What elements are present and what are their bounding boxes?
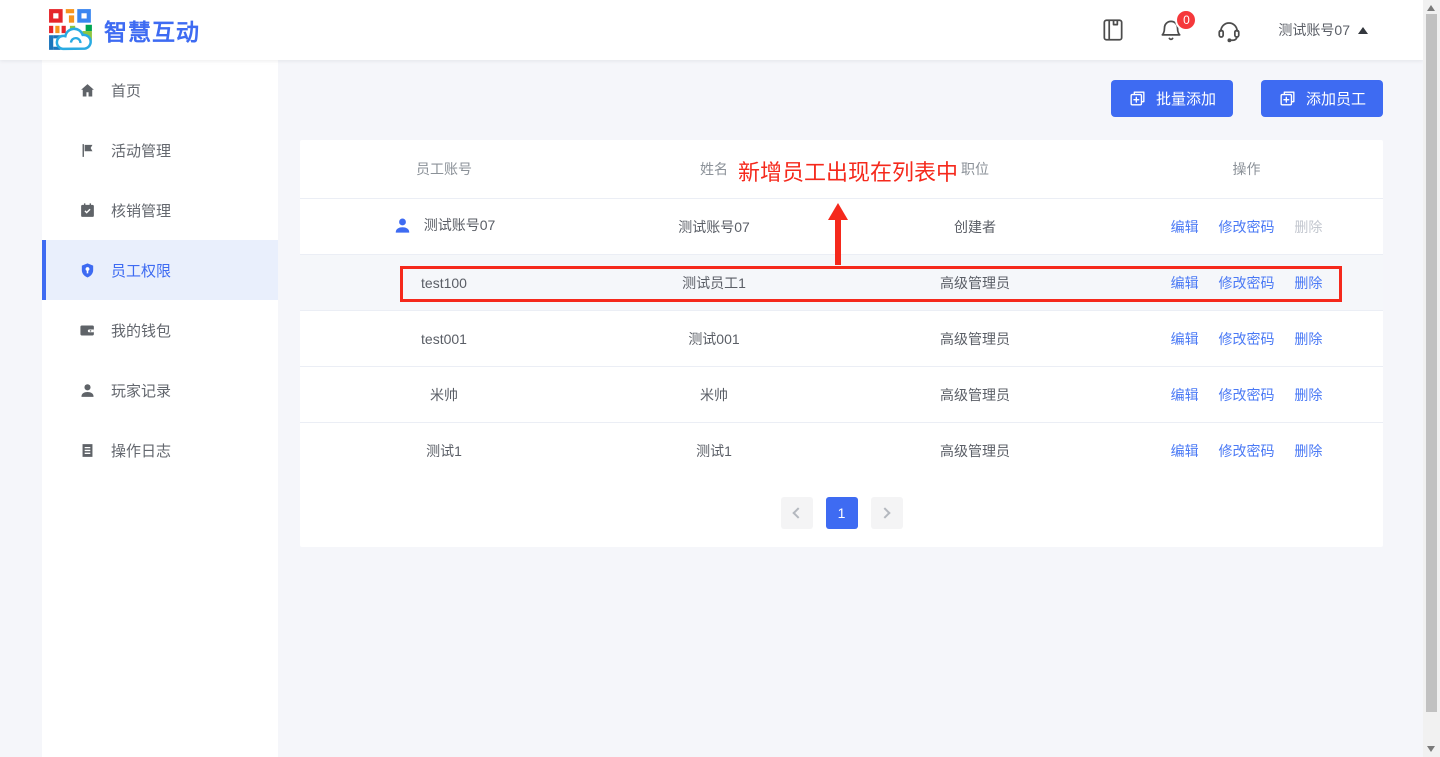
- table-row-5: 测试1 测试1 高级管理员 编辑 修改密码 删除: [300, 423, 1383, 479]
- user-icon: [79, 382, 96, 399]
- employee-position: 高级管理员: [840, 441, 1110, 461]
- scrollbar-down-arrow-icon[interactable]: [1427, 746, 1435, 752]
- annotation-text: 新增员工出现在列表中: [738, 155, 958, 187]
- user-avatar-icon: [393, 216, 412, 235]
- notification-bell-icon[interactable]: 0: [1158, 17, 1184, 43]
- highlight-red-box: [400, 266, 1342, 302]
- employee-position: 创建者: [840, 217, 1110, 237]
- employee-position: 高级管理员: [840, 385, 1110, 405]
- employee-name: 测试001: [588, 329, 840, 349]
- employee-name: 米帅: [588, 385, 840, 405]
- edit-link[interactable]: 编辑: [1171, 331, 1199, 347]
- delete-link: 删除: [1294, 219, 1322, 235]
- caret-up-icon: [1358, 27, 1368, 34]
- calendar-check-icon: [79, 202, 96, 219]
- sidebar-item-my-wallet[interactable]: 我的钱包: [42, 300, 278, 360]
- edit-link[interactable]: 编辑: [1171, 443, 1199, 459]
- wallet-icon: [79, 322, 96, 339]
- log-icon: [79, 442, 96, 459]
- sidebar-item-activity-management[interactable]: 活动管理: [42, 120, 278, 180]
- add-copy-icon: [1278, 89, 1297, 108]
- change-password-link[interactable]: 修改密码: [1219, 219, 1275, 235]
- brand-title: 智慧互动: [104, 13, 200, 47]
- batch-add-button[interactable]: 批量添加: [1111, 80, 1233, 117]
- scrollbar-thumb[interactable]: [1426, 14, 1437, 712]
- employee-account: 测试1: [426, 441, 462, 461]
- pagination-prev-button[interactable]: [781, 497, 813, 529]
- employee-account: test001: [421, 331, 467, 347]
- change-password-link[interactable]: 修改密码: [1219, 331, 1275, 347]
- add-copy-icon: [1128, 89, 1147, 108]
- change-password-link[interactable]: 修改密码: [1219, 387, 1275, 403]
- top-bar: 智慧互动 0 测试账号07: [0, 0, 1423, 60]
- pagination: 1: [300, 497, 1383, 529]
- column-header-actions: 操作: [1110, 159, 1383, 179]
- add-employee-label: 添加员工: [1306, 88, 1366, 109]
- account-name: 测试账号07: [1278, 20, 1350, 40]
- chevron-right-icon: [879, 507, 890, 518]
- edit-link[interactable]: 编辑: [1171, 387, 1199, 403]
- account-menu[interactable]: 测试账号07: [1278, 20, 1368, 40]
- support-headset-icon[interactable]: [1216, 17, 1242, 43]
- add-employee-button[interactable]: 添加员工: [1261, 80, 1383, 117]
- employee-account: 米帅: [430, 385, 458, 405]
- sidebar-item-employee-permissions[interactable]: 员工权限: [42, 240, 278, 300]
- employee-table-card: 员工账号 姓名 职位 操作 测试账号07 测试账号07 创建者 编辑 修改密码 …: [300, 140, 1383, 547]
- batch-add-label: 批量添加: [1156, 88, 1216, 109]
- annotation-arrow-icon: [828, 203, 848, 265]
- table-row-4: 米帅 米帅 高级管理员 编辑 修改密码 删除: [300, 367, 1383, 423]
- sidebar-item-operation-logs[interactable]: 操作日志: [42, 420, 278, 480]
- employee-name: 测试账号07: [588, 217, 840, 237]
- delete-link[interactable]: 删除: [1294, 331, 1322, 347]
- pagination-next-button[interactable]: [871, 497, 903, 529]
- manual-book-icon[interactable]: [1100, 17, 1126, 43]
- sidebar-item-verification-management[interactable]: 核销管理: [42, 180, 278, 240]
- shield-icon: [79, 262, 96, 279]
- scrollbar-up-arrow-icon[interactable]: [1427, 5, 1435, 11]
- sidebar: 首页 活动管理 核销管理 员工权限 我的钱包 玩家记录 操作日志: [42, 60, 278, 757]
- brand-logo-icon: [48, 8, 94, 52]
- change-password-link[interactable]: 修改密码: [1219, 443, 1275, 459]
- delete-link[interactable]: 删除: [1294, 387, 1322, 403]
- toolbar: 批量添加 添加员工: [1083, 80, 1383, 117]
- employee-account: 测试账号07: [424, 215, 496, 235]
- column-header-account: 员工账号: [300, 159, 588, 179]
- top-bar-right: 0 测试账号07: [1068, 17, 1423, 43]
- chevron-left-icon: [792, 507, 803, 518]
- scrollbar[interactable]: [1423, 0, 1440, 757]
- notification-badge: 0: [1175, 9, 1197, 31]
- brand: 智慧互动: [0, 8, 200, 52]
- employee-position: 高级管理员: [840, 329, 1110, 349]
- flag-icon: [79, 142, 96, 159]
- main-content: 批量添加 添加员工 员工账号 姓名 职位 操作 测试账: [278, 60, 1423, 757]
- pagination-page-1[interactable]: 1: [826, 497, 858, 529]
- table-row-3: test001 测试001 高级管理员 编辑 修改密码 删除: [300, 311, 1383, 367]
- employee-name: 测试1: [588, 441, 840, 461]
- sidebar-item-home[interactable]: 首页: [42, 60, 278, 120]
- sidebar-item-player-records[interactable]: 玩家记录: [42, 360, 278, 420]
- delete-link[interactable]: 删除: [1294, 443, 1322, 459]
- home-icon: [79, 82, 96, 99]
- edit-link[interactable]: 编辑: [1171, 219, 1199, 235]
